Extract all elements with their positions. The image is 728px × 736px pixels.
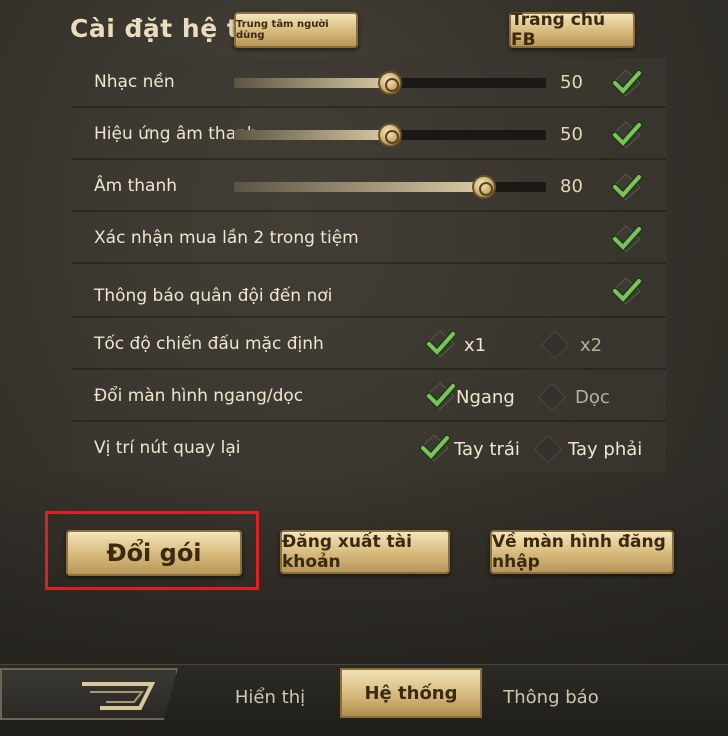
setting-row-back-button: Vị trí nút quay lại Tay trái Tay phải: [72, 424, 666, 474]
army-arrival-check-icon[interactable]: [610, 276, 643, 306]
sfx-check-icon[interactable]: [610, 120, 643, 150]
music-slider[interactable]: [234, 71, 546, 95]
battle-speed-x1-check-icon[interactable]: [424, 329, 457, 359]
back-right-label[interactable]: Tay phải: [568, 439, 642, 460]
back-button-pos-label: Vị trí nút quay lại: [94, 438, 241, 458]
army-arrival-label: Thông báo quân đội đến nơi: [94, 286, 333, 306]
orientation-landscape-label[interactable]: Ngang: [456, 387, 515, 408]
music-check-icon[interactable]: [610, 68, 643, 98]
sound-value: 80: [560, 176, 583, 197]
music-slider-knob[interactable]: [378, 71, 402, 95]
sound-check-icon[interactable]: [610, 172, 643, 202]
setting-row-music: Nhạc nền 50: [72, 58, 666, 108]
sfx-slider[interactable]: [234, 123, 546, 147]
sound-slider[interactable]: [234, 175, 546, 199]
back-arrow-icon: [82, 682, 156, 710]
confirm-buy-label: Xác nhận mua lần 2 trong tiệm: [94, 228, 359, 248]
sound-slider-knob[interactable]: [471, 175, 496, 199]
setting-row-battle-speed: Tốc độ chiến đấu mặc định x1 x2: [72, 320, 666, 370]
back-right-radio-icon[interactable]: [533, 434, 563, 464]
sfx-value: 50: [560, 124, 583, 145]
orientation-label: Đổi màn hình ngang/dọc: [94, 386, 304, 406]
setting-row-army-arrival: Thông báo quân đội đến nơi: [72, 266, 666, 318]
switch-package-button[interactable]: Đổi gói: [66, 530, 242, 576]
back-button[interactable]: [0, 668, 178, 720]
orientation-portrait-label[interactable]: Dọc: [575, 387, 610, 408]
confirm-buy-check-icon[interactable]: [610, 224, 643, 254]
user-center-button[interactable]: Trung tâm người dùng: [234, 12, 358, 48]
sound-slider-fill: [234, 182, 484, 192]
back-to-login-button[interactable]: Về màn hình đăng nhập: [490, 530, 674, 574]
sfx-slider-knob[interactable]: [378, 123, 402, 147]
battle-speed-x1-label[interactable]: x1: [464, 335, 486, 356]
tab-display[interactable]: Hiển thị: [210, 676, 330, 718]
sound-label: Âm thanh: [94, 176, 177, 196]
setting-row-orientation: Đổi màn hình ngang/dọc Ngang Dọc: [72, 372, 666, 422]
tab-system[interactable]: Hệ thống: [340, 668, 482, 718]
setting-row-sfx: Hiệu ứng âm thanh 50: [72, 110, 666, 160]
back-left-label[interactable]: Tay trái: [454, 439, 520, 460]
back-left-check-icon[interactable]: [418, 433, 451, 463]
music-value: 50: [560, 72, 583, 93]
setting-row-sound: Âm thanh 80: [72, 162, 666, 212]
sfx-slider-fill: [234, 130, 390, 140]
battle-speed-label: Tốc độ chiến đấu mặc định: [94, 334, 324, 354]
tab-notice[interactable]: Thông báo: [490, 676, 612, 718]
orientation-portrait-radio-icon[interactable]: [537, 382, 567, 412]
battle-speed-x2-label[interactable]: x2: [580, 335, 602, 356]
logout-button[interactable]: Đăng xuất tài khoản: [280, 530, 450, 574]
music-label: Nhạc nền: [94, 72, 175, 92]
settings-panel: Nhạc nền 50 Hiệu ứng âm thanh 50 Âm than…: [72, 58, 666, 472]
battle-speed-x2-radio-icon[interactable]: [540, 330, 570, 360]
music-slider-fill: [234, 78, 390, 88]
setting-row-confirm-buy: Xác nhận mua lần 2 trong tiệm: [72, 214, 666, 264]
fb-home-button[interactable]: Trang chủ FB: [509, 10, 635, 50]
orientation-landscape-check-icon[interactable]: [424, 381, 457, 411]
